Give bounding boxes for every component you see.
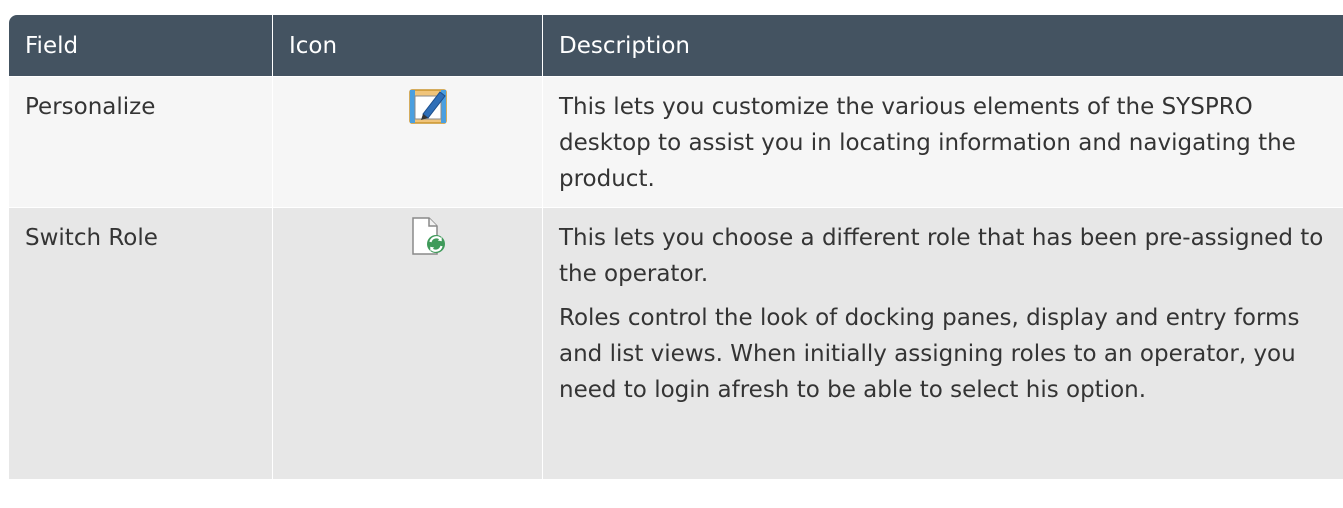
- header-icon: Icon: [272, 14, 543, 77]
- field-personalize: Personalize: [8, 76, 273, 208]
- description-personalize: This lets you customize the various elem…: [542, 76, 1343, 208]
- table-header: Field Icon Description: [8, 14, 1343, 77]
- personalize-edit-icon: [409, 85, 449, 125]
- switch-role-document-refresh-icon: [409, 216, 449, 256]
- description-switch-role: This lets you choose a different role th…: [542, 207, 1343, 480]
- icon-cell-switch-role: [272, 207, 543, 480]
- description-text: This lets you customize the various elem…: [559, 94, 1296, 192]
- icon-cell-personalize: [272, 76, 543, 208]
- field-switch-role: Switch Role: [8, 207, 273, 480]
- table-row-personalize: Personalize This lets you customize the …: [8, 76, 1343, 208]
- description-text-roles: Roles control the look of docking panes,…: [559, 305, 1300, 403]
- header-field: Field: [8, 14, 273, 77]
- table-row-switch-role: Switch Role This lets you choose a diffe: [8, 207, 1343, 480]
- description-text: This lets you choose a different role th…: [559, 225, 1324, 287]
- header-description: Description: [542, 14, 1343, 77]
- fields-table: Field Icon Description Personalize This …: [8, 14, 1343, 480]
